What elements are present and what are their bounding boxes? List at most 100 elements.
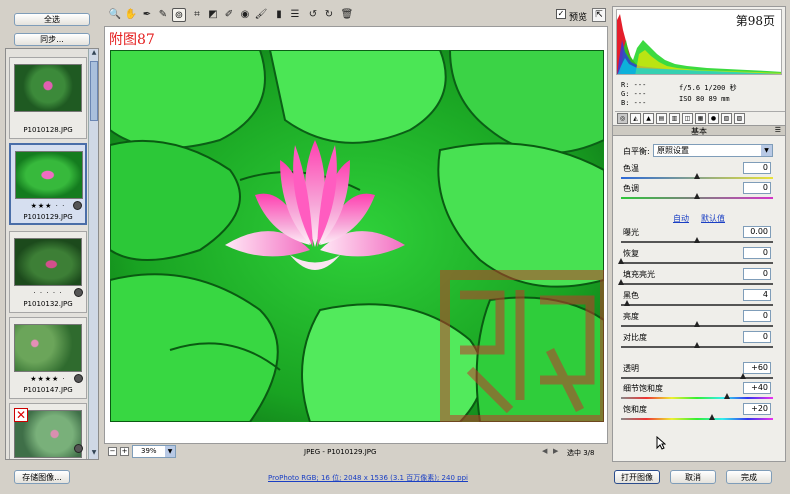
straighten-icon[interactable]: ◩ — [206, 8, 220, 22]
graduated-filter-icon[interactable]: ▮ — [272, 8, 286, 22]
temperature-slider-handle[interactable] — [694, 173, 700, 179]
zoom-tool-icon[interactable]: 🔍 — [108, 8, 122, 22]
open-image-button[interactable]: 打开图像 — [614, 470, 660, 484]
crop-icon[interactable]: ⌗ — [190, 8, 204, 22]
cancel-button[interactable]: 取消 — [670, 470, 716, 484]
preview-checkbox[interactable]: ✓ — [556, 9, 566, 19]
scroll-thumb[interactable] — [90, 61, 98, 121]
spot-removal-icon[interactable]: ✐ — [222, 8, 236, 22]
preferences-icon[interactable]: ☰ — [288, 8, 302, 22]
tint-input[interactable]: 0 — [743, 182, 771, 194]
thumbnail-name: P1010128.JPG — [23, 126, 73, 134]
fill_light-slider-handle[interactable] — [618, 279, 624, 285]
saturation-slider-handle[interactable] — [709, 414, 716, 420]
section-title: 基本 — [613, 125, 785, 136]
tab-camera-calibration-icon[interactable]: ● — [708, 113, 719, 124]
exposure-input[interactable]: 0.00 — [743, 226, 771, 238]
thumbnail-item[interactable]: ★★★ · · P1010129.JPG — [9, 143, 87, 225]
hand-tool-icon[interactable]: ✋ — [124, 8, 138, 22]
trash-icon[interactable]: 🗑 — [340, 8, 354, 22]
fullscreen-icon[interactable]: ⇱ — [592, 8, 606, 22]
thumbnail-item[interactable]: ✕ — [9, 403, 87, 459]
saturation-slider[interactable] — [621, 414, 773, 420]
zoom-level-select[interactable]: 39% ▼ — [132, 445, 176, 458]
panel-menu-icon[interactable]: ☰ — [775, 126, 781, 134]
clarity-input[interactable]: +60 — [743, 362, 771, 374]
contrast-input[interactable]: 0 — [743, 331, 771, 343]
tab-tone-curve-icon[interactable]: ◭ — [630, 113, 641, 124]
clarity-slider-handle[interactable] — [739, 373, 746, 379]
saturation-input[interactable]: +20 — [743, 403, 771, 415]
contrast-slider-handle[interactable] — [694, 342, 700, 348]
panel-tabs: ◎ ◭ ▲ ▤ ▥ ◫ ▦ ● ▧ ▨ — [615, 111, 785, 125]
sync-button[interactable]: 同步... — [14, 33, 90, 46]
recovery-slider-handle[interactable] — [618, 258, 624, 264]
tab-lens-icon[interactable]: ◫ — [682, 113, 693, 124]
brightness-slider[interactable] — [621, 321, 773, 327]
brightness-slider-handle[interactable] — [694, 321, 700, 327]
prev-image-icon[interactable]: ◀ — [542, 447, 547, 455]
auto-link[interactable]: 自动 — [673, 213, 689, 224]
rotate-ccw-icon[interactable]: ↺ — [306, 8, 320, 22]
fill_light-input[interactable]: 0 — [743, 268, 771, 280]
clarity-slider[interactable] — [621, 373, 773, 379]
mouse-cursor-icon — [656, 436, 666, 450]
brightness-label: 亮度 — [623, 312, 639, 321]
contrast-slider[interactable] — [621, 342, 773, 348]
vibrance-slider[interactable] — [621, 393, 773, 399]
tab-detail-icon[interactable]: ▲ — [643, 113, 654, 124]
recovery-input[interactable]: 0 — [743, 247, 771, 259]
next-image-icon[interactable]: ▶ — [553, 447, 558, 455]
blacks-slider[interactable] — [621, 300, 773, 306]
tab-hsl-icon[interactable]: ▤ — [656, 113, 667, 124]
tab-basic-icon[interactable]: ◎ — [617, 113, 628, 124]
workflow-options-link[interactable]: ProPhoto RGB; 16 位; 2048 x 1536 (3.1 百万像… — [268, 473, 468, 483]
temperature-slider[interactable] — [621, 173, 773, 179]
white-balance-tool-icon[interactable]: ✒ — [140, 8, 154, 22]
red-eye-icon[interactable]: ◉ — [238, 8, 252, 22]
thumbnail-item[interactable]: P1010128.JPG — [9, 57, 87, 139]
b-label: B: — [621, 99, 630, 107]
tab-effects-icon[interactable]: ▦ — [695, 113, 706, 124]
tint-slider-handle[interactable] — [694, 193, 700, 199]
edited-badge-icon — [74, 444, 83, 453]
brightness-input[interactable]: 0 — [743, 310, 771, 322]
select-all-button[interactable]: 全选 — [14, 13, 90, 26]
photo-preview[interactable] — [110, 50, 604, 422]
default-link[interactable]: 默认值 — [701, 213, 725, 224]
white-balance-value: 原照设置 — [657, 146, 689, 155]
temperature-label: 色温 — [623, 164, 639, 173]
temperature-input[interactable]: 0 — [743, 162, 771, 174]
target-adjust-icon[interactable]: ⊚ — [172, 8, 186, 22]
rotate-cw-icon[interactable]: ↻ — [322, 8, 336, 22]
done-button[interactable]: 完成 — [726, 470, 772, 484]
white-balance-select[interactable]: 原照设置 ▼ — [653, 144, 773, 157]
image-canvas[interactable]: 附图87 — [104, 26, 608, 444]
recovery-slider[interactable] — [618, 258, 773, 264]
scroll-up-icon[interactable]: ▲ — [89, 49, 98, 59]
zoom-in-button[interactable]: + — [120, 447, 129, 456]
thumbnail-item[interactable]: · · · · · P1010132.JPG — [9, 231, 87, 313]
vibrance-input[interactable]: +40 — [743, 382, 771, 394]
brush-icon[interactable]: 🖌 — [254, 8, 268, 22]
tab-snapshots-icon[interactable]: ▨ — [734, 113, 745, 124]
filmstrip-scrollbar[interactable]: ▲ ▼ — [88, 49, 98, 459]
tint-slider[interactable] — [621, 193, 773, 199]
file-info: JPEG - P1010129.JPG — [304, 448, 377, 456]
fill_light-slider[interactable] — [618, 279, 773, 285]
vibrance-label: 细节饱和度 — [623, 384, 663, 393]
exposure-slider[interactable] — [621, 237, 773, 243]
vibrance-slider-handle[interactable] — [724, 393, 731, 399]
scroll-down-icon[interactable]: ▼ — [89, 449, 98, 459]
color-sampler-icon[interactable]: ✎ — [156, 8, 170, 22]
zoom-out-button[interactable]: − — [108, 447, 117, 456]
r-label: R: — [621, 81, 630, 89]
tab-presets-icon[interactable]: ▧ — [721, 113, 732, 124]
exposure-slider-handle[interactable] — [694, 237, 700, 243]
blacks-slider-handle[interactable] — [624, 300, 631, 306]
tab-split-toning-icon[interactable]: ▥ — [669, 113, 680, 124]
save-image-button[interactable]: 存储图像... — [14, 470, 70, 484]
blacks-input[interactable]: 4 — [743, 289, 771, 301]
iso-focal: ISO 80 89 mm — [679, 95, 730, 103]
thumbnail-item[interactable]: ★★★★ · P1010147.JPG — [9, 317, 87, 399]
